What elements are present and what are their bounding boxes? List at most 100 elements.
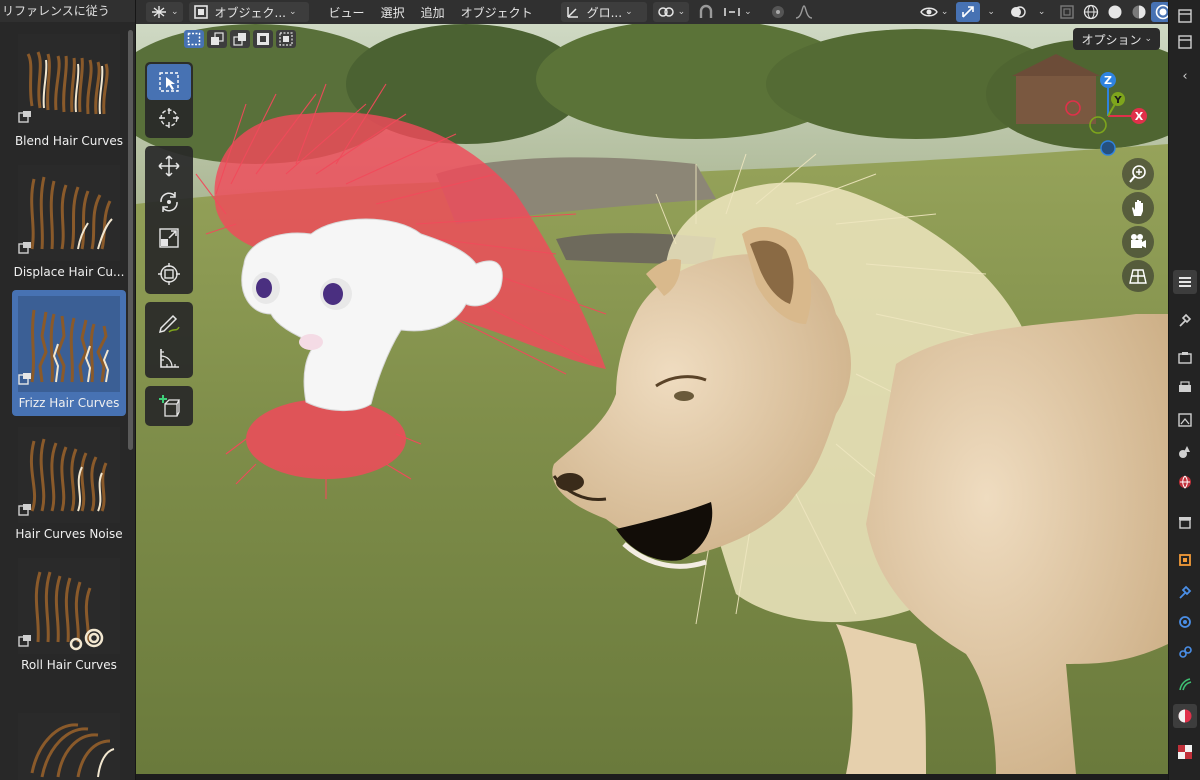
tab-particles[interactable]: [1173, 610, 1197, 634]
add-cube-icon: [159, 395, 181, 417]
tab-collection[interactable]: [1173, 510, 1197, 534]
asset-item-hair[interactable]: [12, 683, 126, 780]
gizmo-dropdown[interactable]: ⌄: [980, 2, 999, 22]
tool-annotate[interactable]: [147, 304, 191, 340]
snap-target-dropdown[interactable]: ⌄: [719, 2, 756, 22]
orientation-icon: [566, 7, 578, 18]
gizmo-x-label: X: [1135, 110, 1144, 123]
tool-rotate[interactable]: [147, 184, 191, 220]
tool-transform[interactable]: [147, 256, 191, 292]
tab-scene[interactable]: [1173, 440, 1197, 464]
chevron-down-icon: ⌄: [1144, 34, 1152, 44]
asset-panel-scrollbar[interactable]: [128, 30, 133, 450]
visibility-dropdown[interactable]: ⌄: [916, 2, 953, 22]
gizmo-neg-x[interactable]: [1065, 100, 1081, 116]
select-extend-icon: [211, 32, 224, 45]
asset-panel-header[interactable]: リファレンスに従う: [0, 0, 135, 22]
tool-add-cube[interactable]: [147, 388, 191, 424]
proportional-icon: [771, 6, 784, 18]
shading-material-button[interactable]: [1127, 2, 1151, 22]
tool-measure[interactable]: [147, 340, 191, 376]
gizmo-neg-z[interactable]: [1100, 140, 1116, 156]
asset-type-icon: [18, 504, 31, 516]
tab-constraints[interactable]: [1173, 672, 1197, 696]
menu-object[interactable]: オブジェクト: [453, 2, 541, 22]
overlays-icon: [1010, 6, 1026, 18]
falloff-curve-icon: [795, 5, 812, 19]
falloff-dropdown[interactable]: [790, 2, 818, 22]
outliner-toggle[interactable]: [1173, 4, 1197, 28]
tab-render[interactable]: [1173, 346, 1197, 370]
pivot-point-dropdown[interactable]: ⌄: [652, 2, 690, 22]
tool-move[interactable]: [147, 148, 191, 184]
toggle-perspective-button[interactable]: [1122, 260, 1154, 292]
tool-cursor[interactable]: [147, 100, 191, 136]
collection-box-icon: [1179, 517, 1191, 529]
tab-physics[interactable]: [1173, 640, 1197, 664]
select-subtract-button[interactable]: [230, 30, 250, 48]
asset-item-displace-hair-curves[interactable]: Displace Hair Cu...: [12, 159, 126, 285]
tool-group-select: [145, 62, 193, 138]
menu-view[interactable]: ビュー: [321, 2, 373, 22]
mode-dropdown[interactable]: オブジェク... ⌄: [188, 2, 309, 22]
scene-icon: [1179, 446, 1190, 458]
overlays-dropdown[interactable]: ⌄: [1031, 2, 1050, 22]
editor-type-dropdown[interactable]: ⌄: [146, 2, 183, 22]
pan-button[interactable]: [1122, 192, 1154, 224]
tab-material[interactable]: [1173, 704, 1197, 728]
navigation-gizmo[interactable]: Z X Y: [1064, 64, 1154, 159]
menu-select[interactable]: 選択: [373, 2, 413, 22]
xray-toggle[interactable]: [1055, 2, 1079, 22]
asset-item-hair-curves-noise[interactable]: Hair Curves Noise: [12, 421, 126, 547]
shading-wireframe-button[interactable]: [1079, 2, 1103, 22]
asset-item-blend-hair-curves[interactable]: Blend Hair Curves: [12, 28, 126, 154]
camera-view-button[interactable]: [1122, 226, 1154, 258]
outliner-secondary-icon: [1178, 35, 1192, 49]
transform-orientation-dropdown[interactable]: グロ... ⌄: [560, 2, 647, 22]
proportional-edit-toggle[interactable]: [766, 2, 790, 22]
tab-tool[interactable]: [1173, 308, 1197, 332]
menu-add[interactable]: 追加: [413, 2, 453, 22]
chevron-down-icon: ⌄: [677, 7, 686, 17]
tab-properties-editor[interactable]: [1173, 270, 1197, 294]
asset-type-icon: [18, 635, 31, 647]
hand-icon: [1132, 200, 1143, 216]
displace-hair-thumbnail: [18, 165, 120, 261]
shading-solid-button[interactable]: [1103, 2, 1127, 22]
tab-texture[interactable]: [1173, 740, 1197, 764]
select-invert-button[interactable]: [253, 30, 273, 48]
snap-toggle[interactable]: [693, 2, 719, 22]
select-extend-button[interactable]: [207, 30, 227, 48]
selection-mode-group: [184, 30, 296, 48]
tool-scale[interactable]: [147, 220, 191, 256]
select-new-button[interactable]: [184, 30, 204, 48]
asset-type-icon: [18, 242, 31, 254]
3d-viewport[interactable]: オプション ⌄ Z X Y: [136, 24, 1168, 774]
sidebar-collapse-toggle[interactable]: ‹: [1173, 64, 1197, 88]
asset-type-icon: [18, 111, 31, 123]
options-dropdown[interactable]: オプション ⌄: [1073, 28, 1160, 50]
transform-icon: [158, 263, 180, 285]
magnet-icon: [699, 4, 713, 18]
gizmo-toggle[interactable]: [956, 2, 981, 22]
zoom-button[interactable]: [1122, 158, 1154, 190]
tab-modifiers[interactable]: [1173, 580, 1197, 604]
roll-hair-thumbnail: [18, 558, 120, 654]
tab-object[interactable]: [1173, 548, 1197, 572]
outliner-toggle-secondary[interactable]: [1173, 30, 1197, 54]
tool-select-box[interactable]: [147, 64, 191, 100]
overlays-toggle[interactable]: [1005, 2, 1031, 22]
checker-texture-icon: [1178, 745, 1192, 759]
gizmo-y-label: Y: [1113, 95, 1122, 106]
tab-output[interactable]: [1173, 376, 1197, 400]
noise-hair-thumbnail: [18, 427, 120, 523]
gizmo-neg-y[interactable]: [1089, 116, 1107, 134]
tab-view-layer[interactable]: [1173, 408, 1197, 432]
frizz-hair-thumbnail: [18, 296, 120, 392]
asset-item-frizz-hair-curves[interactable]: Frizz Hair Curves: [12, 290, 126, 416]
view3d-icon: [152, 6, 166, 18]
tab-world[interactable]: [1173, 470, 1197, 494]
asset-item-roll-hair-curves[interactable]: Roll Hair Curves: [12, 552, 126, 678]
select-intersect-button[interactable]: [276, 30, 296, 48]
mode-label: オブジェク...: [214, 5, 286, 20]
